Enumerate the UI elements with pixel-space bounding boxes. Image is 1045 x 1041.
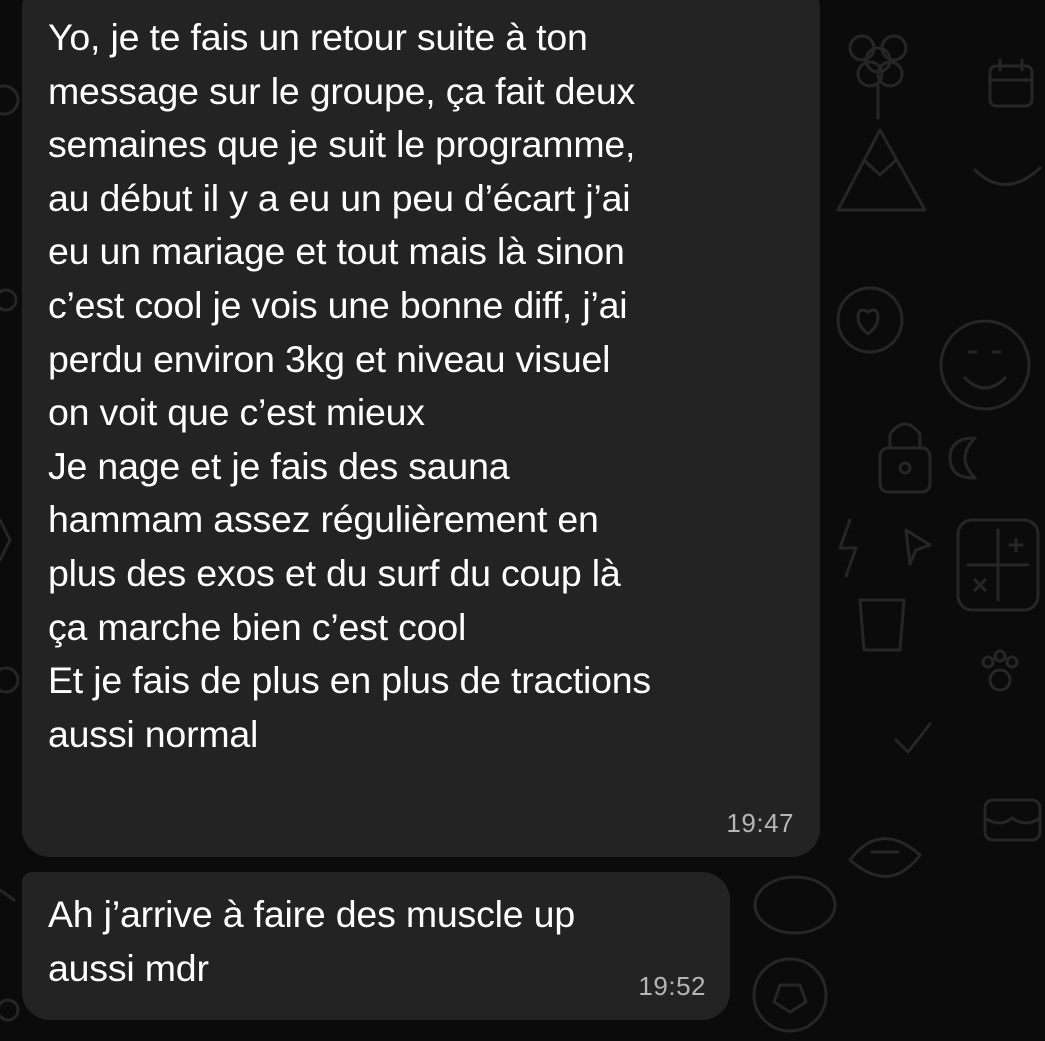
message-line: Ah j’arrive à faire des muscle up (48, 893, 575, 935)
message-line: perdu environ 3kg et niveau visuel (48, 337, 611, 380)
message-line: message sur le groupe, ça fait deux (48, 69, 636, 112)
message-timestamp: 19:52 (638, 971, 706, 1001)
message-line: aussi normal (48, 712, 259, 755)
message-line: Yo, je te fais un retour suite à ton (48, 16, 588, 58)
message-line: Et je fais de plus en plus de tractions (48, 659, 651, 702)
message-line: hammam assez régulièrement en (48, 498, 599, 541)
message-line: ça marche bien c’est cool (48, 605, 467, 648)
message-line: plus des exos et du surf du coup là (48, 551, 621, 594)
message-line: c’est cool je vois une bonne diff, j’ai (48, 283, 628, 326)
message-line: Je nage et je fais des sauna (48, 444, 510, 487)
incoming-message-bubble[interactable]: Yo, je te fais un retour suite à ton mess… (22, 0, 820, 857)
incoming-message-bubble[interactable]: Ah j’arrive à faire des muscle up aussi m… (22, 872, 730, 1020)
message-text: Yo, je te fais un retour suite à ton mess… (48, 11, 794, 761)
chat-area[interactable]: Yo, je te fais un retour suite à ton mess… (0, 0, 1045, 1041)
message-timestamp: 19:47 (726, 808, 794, 838)
message-line: on voit que c’est mieux (48, 391, 425, 434)
message-text: Ah j’arrive à faire des muscle up aussi m… (48, 888, 704, 995)
message-line: aussi mdr (48, 946, 209, 989)
message-line: semaines que je suit le programme, (48, 123, 636, 166)
message-line: eu un mariage et tout mais là sinon (48, 230, 625, 273)
message-line: au début il y a eu un peu d’écart j’ai (48, 176, 631, 219)
